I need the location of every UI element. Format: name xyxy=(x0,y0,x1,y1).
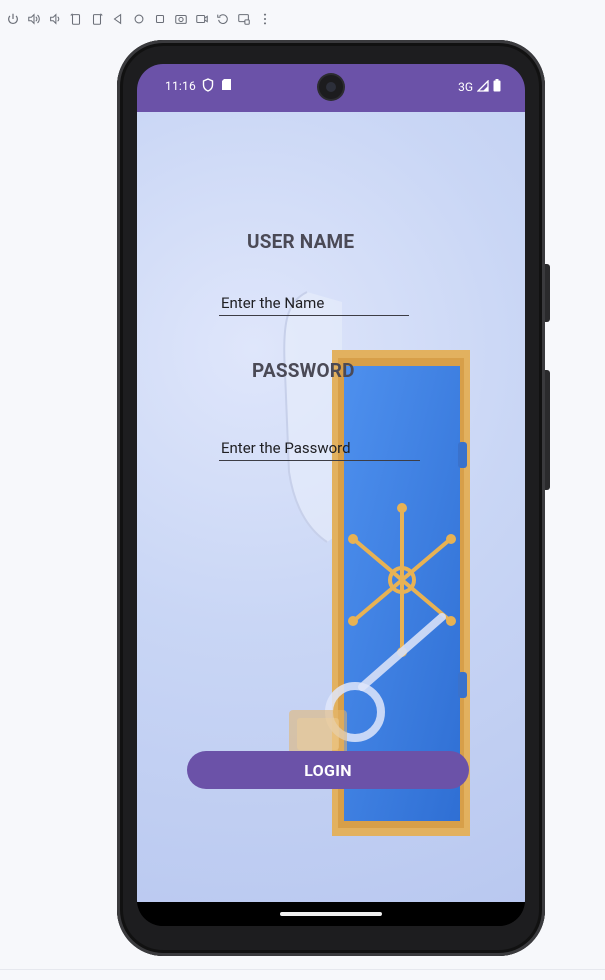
status-notification-icons xyxy=(202,78,232,95)
volume-up-icon[interactable] xyxy=(23,6,44,32)
record-icon[interactable] xyxy=(191,6,212,32)
overview-icon[interactable] xyxy=(149,6,170,32)
sd-card-icon xyxy=(221,78,232,95)
power-side-button xyxy=(545,264,550,322)
login-screen: USER NAME PASSWORD LOGIN xyxy=(137,112,525,902)
emulator-toolbar xyxy=(0,0,605,38)
front-camera xyxy=(319,75,343,99)
data-saver-icon xyxy=(202,78,214,95)
status-system-icons: 3G xyxy=(458,78,501,95)
camera-icon[interactable] xyxy=(170,6,191,32)
network-type: 3G xyxy=(458,80,473,94)
back-icon[interactable] xyxy=(107,6,128,32)
login-button[interactable]: LOGIN xyxy=(187,751,469,789)
battery-icon xyxy=(493,79,501,95)
replay-icon[interactable] xyxy=(212,6,233,32)
home-indicator[interactable] xyxy=(280,912,382,916)
more-icon[interactable] xyxy=(254,6,275,32)
home-icon[interactable] xyxy=(128,6,149,32)
volume-down-icon[interactable] xyxy=(44,6,65,32)
fold-icon[interactable] xyxy=(233,6,254,32)
signal-icon xyxy=(476,78,489,95)
device-screen: 11:16 3G USER NAME Enter the Name PASSWO… xyxy=(137,64,525,926)
username-label: USER NAME xyxy=(247,230,355,253)
phone-frame: 11:16 3G USER NAME Enter the Name PASSWO… xyxy=(117,40,550,956)
rotate-right-icon[interactable] xyxy=(86,6,107,32)
password-input[interactable] xyxy=(219,438,420,461)
status-bar: 11:16 3G xyxy=(137,64,525,112)
power-icon[interactable] xyxy=(2,6,23,32)
emulator-divider xyxy=(0,969,605,970)
rotate-left-icon[interactable] xyxy=(65,6,86,32)
status-time: 11:16 xyxy=(165,79,196,93)
password-label: PASSWORD xyxy=(252,359,355,382)
username-input[interactable] xyxy=(219,293,409,316)
volume-side-button xyxy=(545,370,550,490)
